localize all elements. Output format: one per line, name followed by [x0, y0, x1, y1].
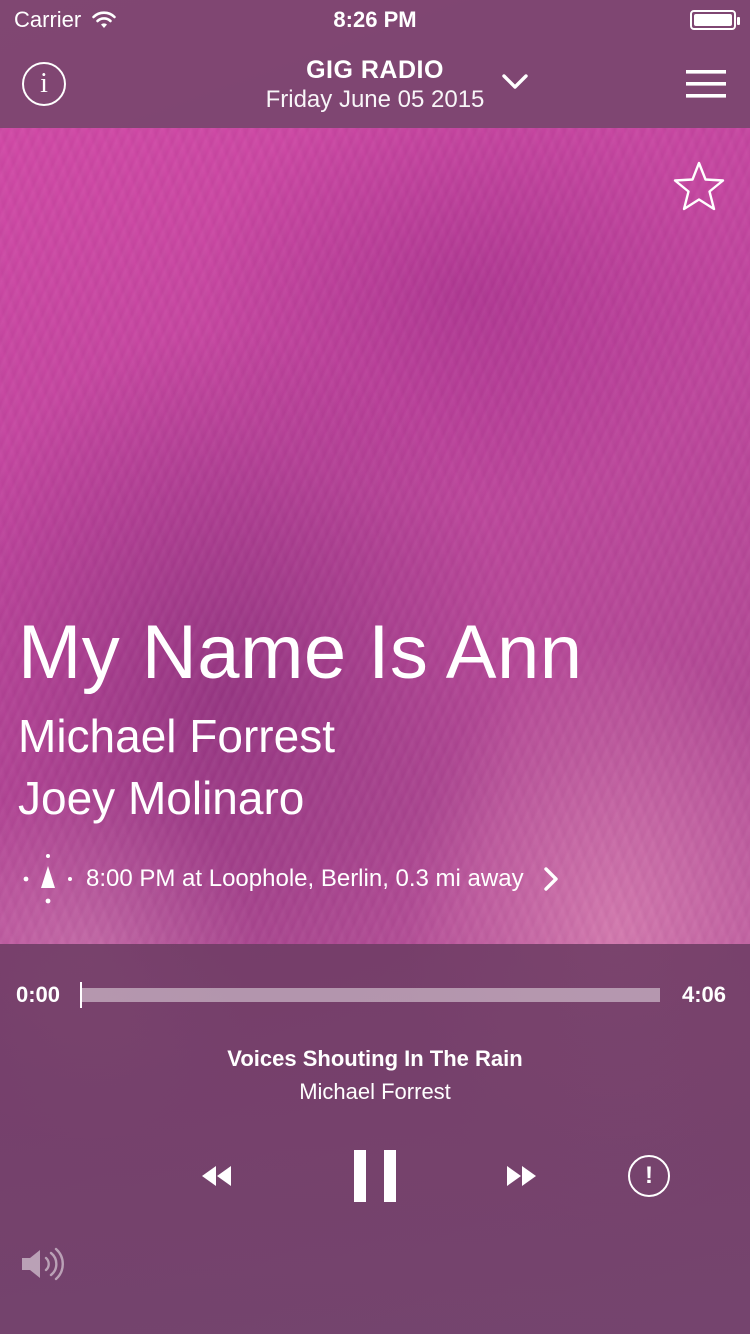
chevron-right-icon	[543, 867, 558, 891]
now-playing-title: Voices Shouting In The Rain	[227, 1046, 523, 1071]
player-panel-background	[0, 944, 750, 1334]
rewind-icon[interactable]	[200, 1162, 234, 1190]
track-title: My Name Is Ann	[18, 610, 583, 695]
battery-icon	[690, 10, 740, 30]
progress-handle[interactable]	[80, 982, 82, 1008]
station-title: GIG RADIO	[306, 56, 444, 84]
track-artist[interactable]: Michael Forrest	[18, 708, 335, 764]
duration-time: 4:06	[681, 982, 726, 1007]
fast-forward-icon[interactable]	[504, 1162, 538, 1190]
status-bar: Carrier 8:26 PM	[0, 0, 750, 40]
chevron-down-icon[interactable]	[500, 70, 530, 94]
now-playing-artist: Michael Forrest	[299, 1079, 451, 1104]
track-artist[interactable]: Joey Molinaro	[18, 770, 304, 826]
status-time: 8:26 PM	[333, 7, 417, 32]
event-text: 8:00 PM at Loophole, Berlin, 0.3 mi away	[86, 865, 524, 892]
pause-icon[interactable]	[354, 1150, 398, 1202]
compass-icon	[23, 854, 72, 904]
app-header: i GIG RADIO Friday June 05 2015	[0, 40, 750, 128]
speaker-icon[interactable]	[20, 1246, 64, 1282]
exclamation-circle-icon: !	[645, 1162, 653, 1189]
elapsed-time: 0:00	[16, 982, 61, 1007]
date-label: Friday June 05 2015	[265, 86, 485, 113]
progress-slider[interactable]	[80, 982, 660, 1008]
event-info-row[interactable]: 8:00 PM at Loophole, Berlin, 0.3 mi away	[22, 852, 560, 906]
report-button[interactable]: !	[628, 1155, 670, 1197]
hamburger-menu-icon[interactable]	[686, 70, 726, 98]
star-outline-icon[interactable]	[672, 160, 726, 214]
